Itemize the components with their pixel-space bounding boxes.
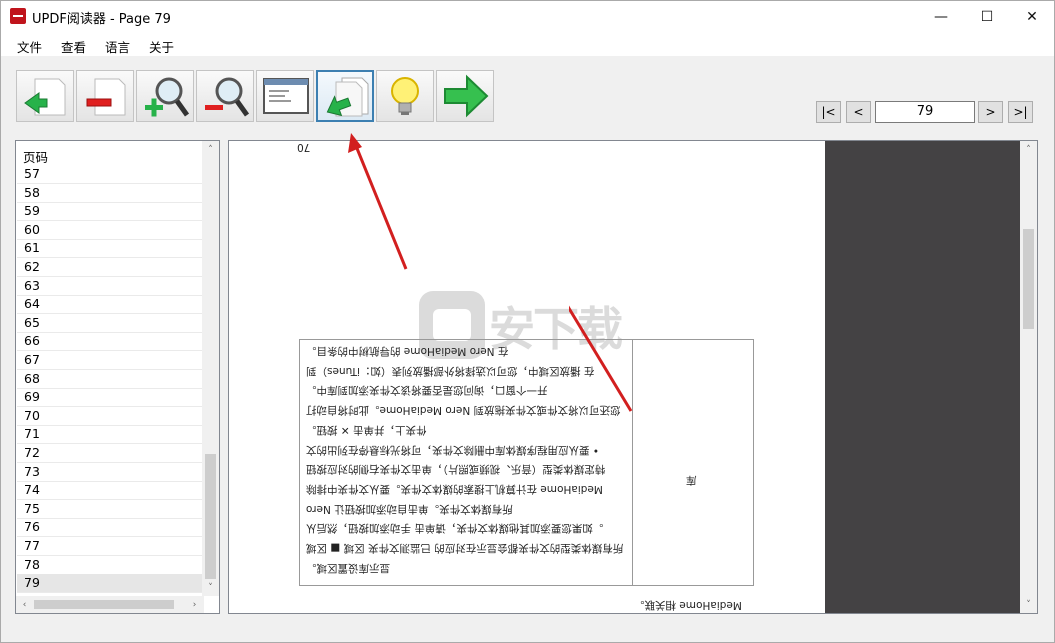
tips-button[interactable]	[376, 70, 434, 122]
page-list-item[interactable]: 60	[17, 221, 203, 240]
page-list-header: 页码	[23, 150, 49, 165]
menu-file[interactable]: 文件	[17, 37, 42, 56]
document-footer-text: MediaHome 相关联。	[634, 599, 742, 611]
annotation-arrow-icon	[569, 305, 633, 412]
page-list-item[interactable]: 74	[17, 481, 203, 501]
page-list-item[interactable]: 77	[17, 537, 203, 556]
menu-view[interactable]: 查看	[61, 37, 86, 56]
page-list: 页码 57 58 59 60 61 62 63 64 65 66 67 68 69 70 71 72 73 74 7…	[15, 140, 220, 614]
next-button[interactable]	[436, 70, 494, 122]
next-page-button[interactable]: >	[978, 101, 1003, 123]
toolbar: |< < 79 > >|	[1, 56, 1054, 136]
app-logo-icon	[10, 8, 26, 24]
first-page-button[interactable]: |<	[816, 101, 841, 123]
window-icon	[263, 78, 309, 114]
last-page-button[interactable]: >|	[1008, 101, 1033, 123]
title-bar: UPDF阅读器 - Page 79 — ☐ ✕	[1, 1, 1054, 32]
document-text-line: 显示库设置区域。	[306, 561, 390, 574]
scroll-right-icon[interactable]: ›	[186, 596, 203, 613]
document-text-line: 在 Nero MediaHome 的导航树中的条目。	[306, 345, 509, 357]
page-list-item[interactable]: 57	[17, 165, 203, 184]
add-page-icon	[24, 78, 66, 116]
viewer-scroll-up-icon[interactable]: ˄	[1020, 141, 1037, 158]
page-list-item[interactable]: 59	[17, 202, 203, 222]
page-list-item[interactable]: 61	[17, 239, 203, 259]
page-list-item[interactable]: 79	[17, 574, 203, 594]
close-button[interactable]: ✕	[1009, 1, 1055, 32]
page-background-dark	[825, 141, 1020, 613]
window-title: UPDF阅读器 - Page 79	[32, 12, 171, 27]
document-text-line: MediaHome 在计算机上搜索的媒体文件夹。要从文件夹中排除	[306, 482, 603, 495]
zoom-out-button[interactable]	[196, 70, 254, 122]
page-list-vscroll[interactable]: ˄ ˅	[202, 141, 219, 596]
window-button[interactable]	[256, 70, 314, 122]
maximize-button[interactable]: ☐	[964, 1, 1010, 32]
menu-bar: 文件 查看 语言 关于	[1, 32, 1054, 56]
page-number-input[interactable]: 79	[875, 101, 975, 123]
document-text-line: 在 播放区域中，您可以选择将外部播放列表（如：iTunes）到	[306, 364, 595, 377]
rotate-page-button[interactable]	[316, 70, 374, 122]
viewer-scroll-thumb[interactable]	[1023, 229, 1034, 329]
page-list-item[interactable]: 66	[17, 332, 203, 352]
scroll-up-icon[interactable]: ˄	[202, 141, 219, 158]
menu-language[interactable]: 语言	[105, 37, 130, 56]
page-list-item[interactable]: 76	[17, 518, 203, 538]
scroll-thumb[interactable]	[205, 454, 216, 579]
scroll-left-icon[interactable]: ‹	[16, 596, 33, 613]
page-list-item[interactable]: 58	[17, 184, 203, 203]
zoom-in-icon	[145, 77, 189, 117]
hscroll-thumb[interactable]	[34, 600, 174, 609]
remove-page-button[interactable]	[76, 70, 134, 122]
table-side-cell: 库	[686, 474, 697, 486]
menu-about[interactable]: 关于	[149, 37, 174, 56]
zoom-in-button[interactable]	[136, 70, 194, 122]
scroll-down-icon[interactable]: ˅	[202, 579, 219, 596]
add-page-button[interactable]	[16, 70, 74, 122]
page-list-item[interactable]: 63	[17, 277, 203, 296]
annotation-arrow-head-icon	[348, 133, 408, 270]
document-text-line: • 要从应用程序媒体库中删除文件夹，可将光标悬停在列出的文	[306, 443, 600, 456]
page-list-item[interactable]: 65	[17, 314, 203, 333]
remove-page-icon	[86, 78, 126, 116]
page-list-item[interactable]: 73	[17, 463, 203, 482]
document-text-line: 所有媒体类型的文件夹都会显示在对应的 已监测文件夹 区域 ■ 区域	[306, 542, 624, 554]
page-list-item[interactable]: 72	[17, 444, 203, 463]
minimize-button[interactable]: —	[918, 1, 964, 32]
zoom-out-icon	[205, 77, 249, 117]
document-text-line: 特定媒体类型（音乐、视频或照片），单击文件夹右侧的对应按钮	[306, 463, 606, 476]
lightbulb-icon	[391, 77, 419, 115]
page-list-item[interactable]: 67	[17, 351, 203, 370]
document-text-line: 件夹上，并单击 ✕ 按钮。	[306, 423, 427, 436]
page-fragment-number: 70	[297, 141, 311, 153]
page-list-item[interactable]: 71	[17, 425, 203, 445]
rotate-page-icon	[326, 77, 369, 117]
page-list-hscroll[interactable]: ‹ ›	[16, 596, 204, 613]
page-list-item[interactable]: 70	[17, 407, 203, 426]
document-text-line: 。如果您要添加其他媒体文件夹，请单击 手动添加按钮，然后从	[306, 522, 604, 535]
document-text-line: 所有媒体文件夹。单击自动添加按钮让 Nero	[306, 502, 513, 515]
prev-page-button[interactable]: <	[846, 101, 871, 123]
page-list-item[interactable]: 69	[17, 388, 203, 408]
document-text-line: 开一个窗口，询问您是否要将该文件夹添加到库中。	[306, 384, 548, 397]
page-list-item[interactable]: 75	[17, 500, 203, 519]
page-list-item[interactable]: 64	[17, 295, 203, 315]
page-list-item[interactable]: 78	[17, 556, 203, 575]
viewer-vscroll[interactable]: ˄ ˅	[1020, 141, 1037, 613]
viewer-scroll-down-icon[interactable]: ˅	[1020, 596, 1037, 613]
page-list-item[interactable]: 68	[17, 370, 203, 389]
app-window: UPDF阅读器 - Page 79 — ☐ ✕ 文件 查看 语言 关于 |< <…	[0, 0, 1055, 643]
page-list-item[interactable]: 62	[17, 258, 203, 277]
green-arrow-icon	[444, 74, 489, 118]
document-table: 库 在 Nero MediaHome 的导航树中的条目。在 播放区域中，您可以选…	[299, 339, 754, 586]
